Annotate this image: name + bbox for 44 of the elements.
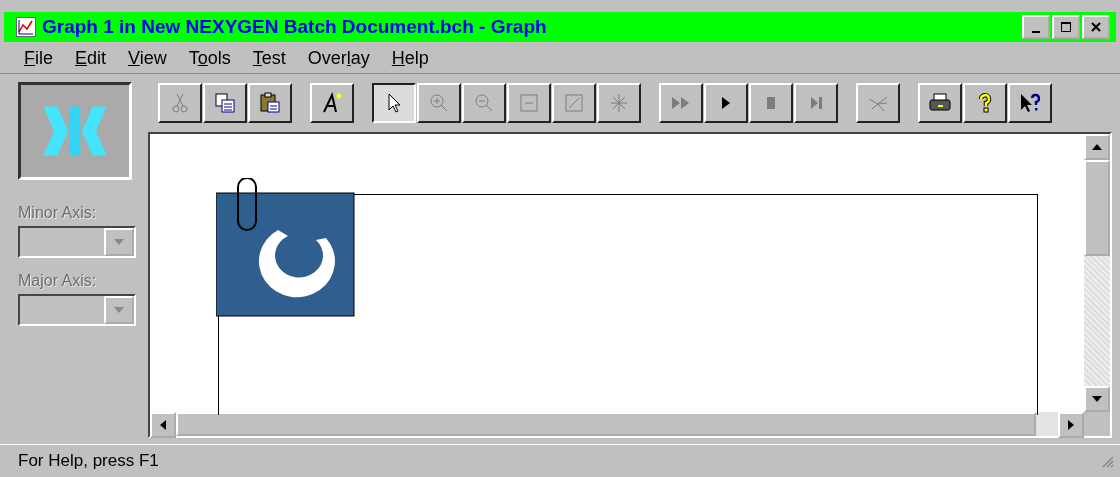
minimize-button[interactable] [1022, 15, 1050, 39]
close-icon [1090, 21, 1102, 33]
axis-dropdown[interactable] [18, 226, 136, 258]
maximize-icon [1060, 21, 1072, 33]
context-help-button[interactable] [1008, 83, 1052, 123]
axis-label: Minor Axis: [18, 204, 98, 222]
dropdown-arrow-icon [114, 307, 124, 313]
menu-item[interactable]: View [128, 48, 167, 69]
paste-icon [258, 91, 282, 115]
graph-icon [16, 17, 36, 37]
slash-box-icon [562, 91, 586, 115]
axis-dropdown[interactable] [18, 294, 136, 326]
menu-item[interactable]: Overlay [307, 48, 370, 69]
menu-item[interactable]: Edit [75, 48, 107, 69]
left-arrow-icon [160, 420, 166, 430]
context-help-icon [1018, 91, 1042, 115]
up-arrow-icon [1092, 144, 1102, 150]
menu-item[interactable]: Help [391, 48, 429, 69]
dropdown-arrow-icon [114, 239, 124, 245]
menu-item[interactable]: Test [252, 48, 286, 69]
maximize-button[interactable] [1052, 15, 1080, 39]
resize-grip-icon [1100, 454, 1114, 468]
font-icon [320, 91, 344, 115]
vertical-scrollbar[interactable] [1084, 134, 1110, 412]
right-arrow-icon [1068, 420, 1074, 430]
copy-icon [213, 91, 237, 115]
minus-box-icon [517, 91, 541, 115]
pointer-button[interactable] [372, 83, 416, 123]
axis-label: Major Axis: [18, 272, 98, 290]
print-button[interactable] [918, 83, 962, 123]
scroll-thumb[interactable] [1084, 160, 1110, 256]
close-button[interactable] [1082, 15, 1110, 39]
menu-item[interactable]: File [24, 48, 53, 69]
font-button[interactable] [310, 83, 354, 123]
play-button[interactable] [704, 83, 748, 123]
status-text: For Help, press F1 [18, 451, 159, 471]
menu-item[interactable]: Tools [188, 48, 231, 69]
window-title: Graph 1 in New NEXYGEN Batch Document.bch - Graph [42, 16, 548, 38]
scroll-track[interactable] [1036, 412, 1058, 436]
copy-button[interactable] [203, 83, 247, 123]
paste-button[interactable] [248, 83, 292, 123]
minimize-icon [1032, 31, 1040, 33]
help-button[interactable] [963, 83, 1007, 123]
down-arrow-icon [1092, 396, 1102, 402]
